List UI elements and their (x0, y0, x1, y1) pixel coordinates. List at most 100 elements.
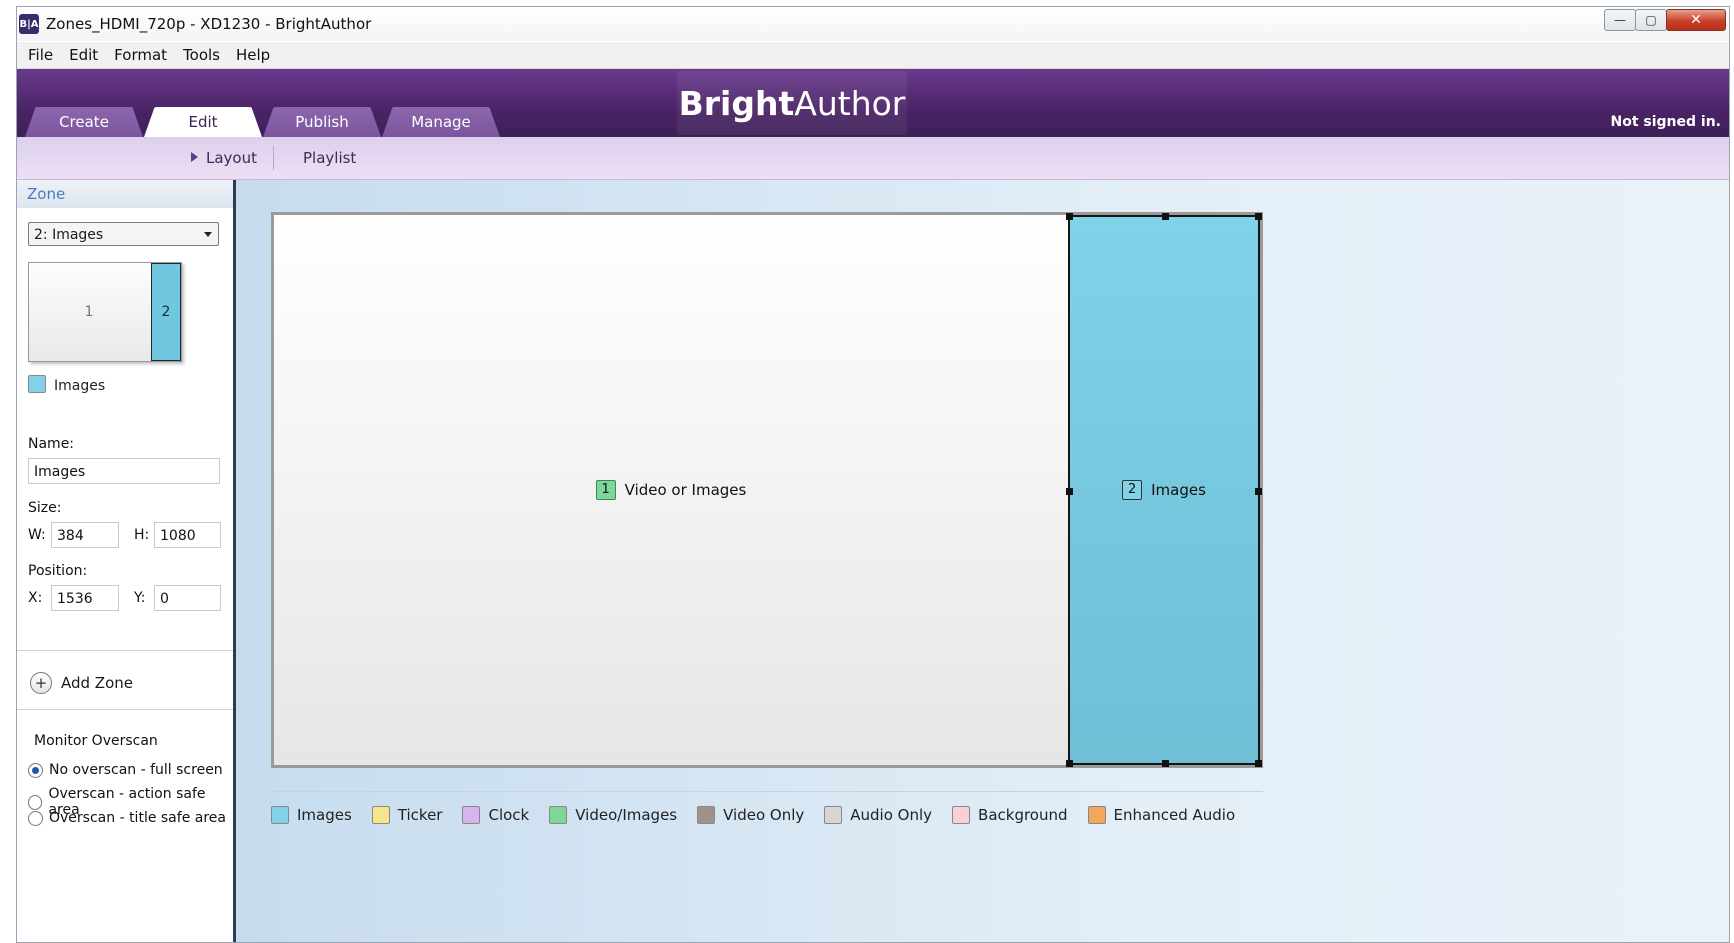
zone-1-label: 1 Video or Images (595, 480, 747, 500)
menu-bar: File Edit Format Tools Help (17, 42, 1729, 69)
overscan-option-title-safe[interactable]: Overscan - title safe area (28, 810, 226, 826)
zone-type-indicator: Images (28, 375, 105, 394)
zone-properties-panel: Zone 2: Images 1 2 Images Name: Images S… (17, 180, 236, 942)
menu-file[interactable]: File (20, 46, 61, 64)
overscan-option-label: No overscan - full screen (49, 762, 223, 778)
legend-swatch (824, 806, 843, 824)
legend-item-clock: Clock (462, 806, 529, 824)
height-label: H: (134, 527, 150, 543)
resize-handle-top-right[interactable] (1255, 213, 1262, 220)
zone-type-legend: Images Ticker Clock Video/Images Video O… (271, 806, 1255, 824)
y-input[interactable]: 0 (154, 585, 221, 611)
legend-label: Video Only (723, 806, 805, 824)
resize-handle-bottom[interactable] (1162, 760, 1169, 767)
plus-icon: + (30, 672, 52, 694)
resize-handle-right[interactable] (1255, 488, 1262, 495)
x-label: X: (28, 590, 43, 606)
layout-thumbnail: 1 2 (28, 262, 182, 362)
close-button[interactable]: ✕ (1666, 9, 1726, 31)
window-title: Zones_HDMI_720p - XD1230 - BrightAuthor (46, 15, 372, 33)
legend-label: Audio Only (850, 806, 933, 824)
legend-item-audio-only: Audio Only (824, 806, 932, 824)
thumbnail-zone-2[interactable]: 2 (151, 263, 181, 361)
zone-2-name: Images (1151, 481, 1206, 499)
subnav-playlist[interactable]: Playlist (303, 149, 356, 167)
main-tabs: Create Edit Publish Manage (25, 107, 501, 137)
resize-handle-bottom-right[interactable] (1255, 760, 1262, 767)
size-label: Size: (28, 500, 62, 516)
x-input[interactable]: 1536 (51, 585, 119, 611)
legend-label: Images (297, 806, 352, 824)
menu-tools[interactable]: Tools (175, 46, 228, 64)
play-triangle-icon (191, 152, 198, 162)
legend-label: Clock (488, 806, 530, 824)
dropdown-arrow-icon (204, 232, 212, 237)
panel-divider (17, 650, 233, 651)
legend-label: Enhanced Audio (1113, 806, 1236, 824)
window-controls: — ▢ ✕ (1604, 9, 1726, 31)
legend-item-enhanced-audio: Enhanced Audio (1087, 806, 1236, 824)
legend-divider (271, 791, 1263, 792)
zone-1-number-badge: 1 (595, 480, 616, 500)
maximize-button[interactable]: ▢ (1635, 9, 1667, 31)
legend-label: Background (978, 806, 1068, 824)
subnav-divider (273, 146, 274, 170)
radio-button[interactable] (28, 794, 43, 810)
resize-handle-bottom-left[interactable] (1066, 760, 1073, 767)
legend-swatch (952, 806, 971, 824)
resize-handle-left[interactable] (1066, 488, 1073, 495)
zone-type-label: Images (54, 378, 106, 394)
minimize-button[interactable]: — (1604, 9, 1636, 31)
tab-create[interactable]: Create (25, 107, 143, 137)
brand-bold: Bright (678, 83, 795, 123)
overscan-option-label: Overscan - title safe area (49, 810, 226, 826)
legend-swatch (462, 806, 481, 824)
radio-button-selected[interactable] (28, 762, 43, 778)
legend-item-images: Images (271, 806, 352, 824)
overscan-title: Monitor Overscan (34, 733, 158, 749)
header-band: Create Edit Publish Manage Bright Author … (17, 69, 1729, 137)
resize-handle-top[interactable] (1162, 213, 1169, 220)
legend-item-video-images: Video/Images (549, 806, 677, 824)
layout-canvas-area: 1 Video or Images 2 Images Images Ticker… (236, 180, 1729, 942)
tab-publish[interactable]: Publish (263, 107, 381, 137)
tab-edit[interactable]: Edit (144, 107, 262, 137)
zone-select-value: 2: Images (34, 227, 104, 243)
sub-navigation: Layout Playlist (17, 137, 1729, 180)
zone-2-label: 2 Images (1122, 480, 1206, 500)
thumbnail-zone-1[interactable]: 1 (29, 263, 149, 361)
tab-manage[interactable]: Manage (382, 107, 500, 137)
panel-divider (17, 709, 233, 710)
legend-item-ticker: Ticker (371, 806, 442, 824)
name-label: Name: (28, 436, 75, 452)
zone-2-number-badge: 2 (1122, 480, 1143, 500)
legend-label: Video/Images (575, 806, 678, 824)
title-bar: B|A Zones_HDMI_720p - XD1230 - BrightAut… (17, 7, 1729, 41)
width-input[interactable]: 384 (51, 522, 119, 548)
app-window: B|A Zones_HDMI_720p - XD1230 - BrightAut… (16, 6, 1730, 943)
menu-format[interactable]: Format (106, 46, 175, 64)
menu-help[interactable]: Help (228, 46, 278, 64)
zone-1-name: Video or Images (624, 481, 747, 499)
height-input[interactable]: 1080 (154, 522, 221, 548)
overscan-option-none[interactable]: No overscan - full screen (28, 762, 223, 778)
legend-swatch (371, 806, 390, 824)
resize-handle-top-left[interactable] (1066, 213, 1073, 220)
canvas-zone-1[interactable]: 1 Video or Images (274, 215, 1068, 765)
radio-button[interactable] (28, 810, 43, 826)
menu-edit[interactable]: Edit (61, 46, 106, 64)
layout-stage: 1 Video or Images 2 Images (271, 212, 1263, 768)
subnav-layout[interactable]: Layout (191, 149, 257, 167)
add-zone-button[interactable]: + Add Zone (30, 672, 133, 694)
app-logo-icon: B|A (19, 14, 39, 34)
name-input[interactable]: Images (28, 458, 220, 484)
add-zone-label: Add Zone (61, 674, 133, 692)
signin-status[interactable]: Not signed in. (1611, 114, 1722, 130)
zone-select-dropdown[interactable]: 2: Images (28, 222, 219, 246)
canvas-zone-2-selected[interactable]: 2 Images (1066, 213, 1262, 767)
y-label: Y: (134, 590, 146, 606)
legend-swatch (549, 806, 568, 824)
brand-light: Author (794, 83, 906, 123)
legend-item-video-only: Video Only (697, 806, 804, 824)
position-label: Position: (28, 563, 88, 579)
